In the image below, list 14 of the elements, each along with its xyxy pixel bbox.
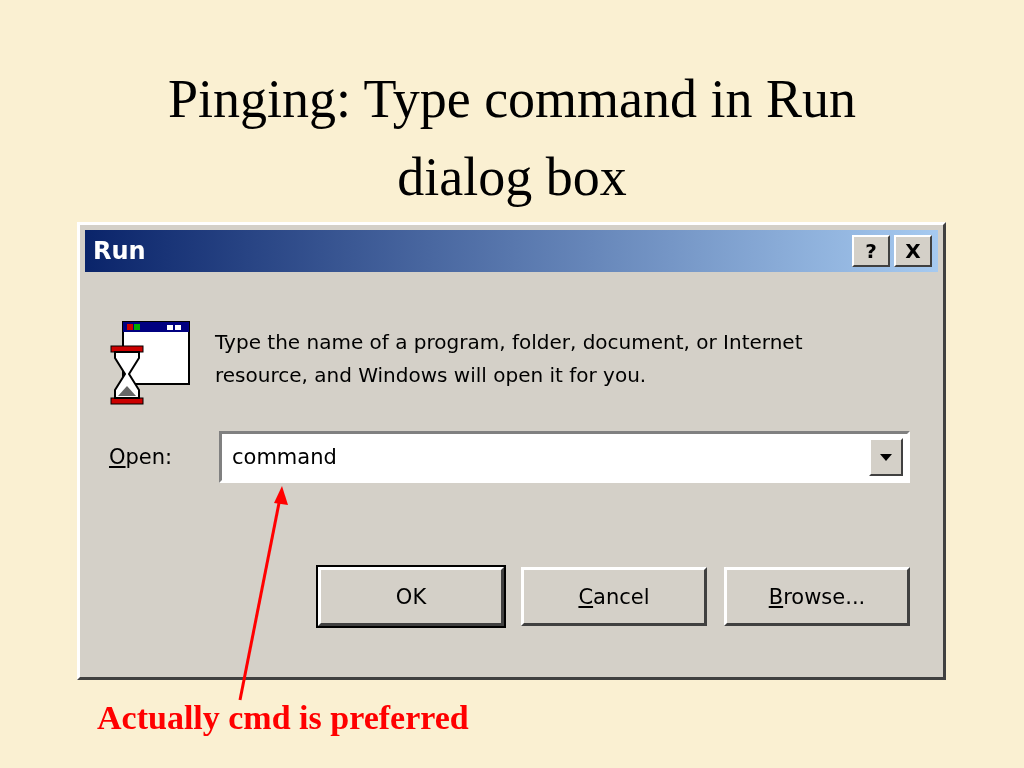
slide-title: Pinging: Type command in Run dialog box bbox=[166, 68, 858, 209]
browse-button[interactable]: Browse... bbox=[724, 567, 910, 626]
close-button[interactable]: X bbox=[894, 235, 932, 267]
open-label: Open: bbox=[109, 445, 174, 469]
run-program-icon bbox=[109, 320, 191, 406]
help-button[interactable]: ? bbox=[852, 235, 890, 267]
caret-icon bbox=[880, 453, 892, 461]
window-title: Run bbox=[93, 237, 146, 265]
cancel-button[interactable]: Cancel bbox=[521, 567, 707, 626]
annotation-text: Actually cmd is preferred bbox=[97, 698, 470, 738]
instruction-text: Type the name of a program, folder, document, or Internet resource, and Windows will open it for you. bbox=[215, 329, 804, 389]
ok-button[interactable]: OK bbox=[318, 567, 504, 626]
open-combo-box[interactable]: command bbox=[219, 431, 910, 483]
dropdown-button[interactable] bbox=[869, 438, 903, 476]
